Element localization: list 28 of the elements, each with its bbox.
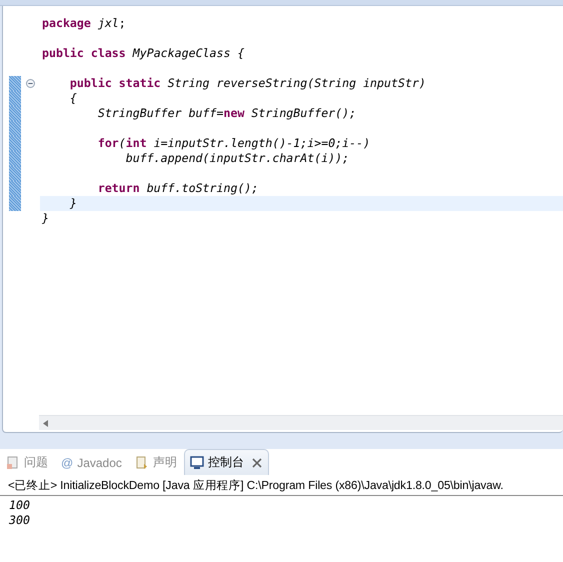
at-sign-icon: @ [61,456,74,470]
tab-label: 问题 [24,454,48,471]
horizontal-scrollbar[interactable] [39,415,563,430]
scroll-left-icon[interactable] [43,420,48,426]
code-line: buff.append(inputStr.charAt(i)); [124,151,350,166]
code-line: public static String reverseString(String inputStr) [68,76,427,91]
tab-label: 声明 [152,454,177,471]
monitor-icon [190,456,204,470]
panel-tab[interactable]: 问题 [0,449,55,475]
panel-tab[interactable]: @ Javadoc [55,449,129,475]
code-line: package jxl; [41,16,127,31]
panel-tab[interactable]: 声明 [128,449,184,475]
tab-label: 控制台 [208,454,244,471]
code-line: StringBuffer buff=new StringBuffer(); [96,106,358,121]
console-output-line: 300 [8,513,31,528]
code-line: { [68,91,78,106]
console-output-line: 100 [8,498,31,513]
problems-icon [6,456,20,470]
code-line: return buff.toString(); [96,181,260,196]
tab-label: Javadoc [77,456,122,470]
console-status: <已终止> InitializeBlockDemo [Java 应用程序] C:\Program Files (x86)\Java\jdk1.8.0_05\bin\javaw. [0,475,563,496]
document-icon [134,456,149,470]
collapse-icon[interactable] [26,79,35,88]
close-icon[interactable] [252,458,262,468]
code-line: } [41,211,50,226]
panel-tab[interactable]: 控制台 [184,449,269,475]
code-line: for(int i=inputStr.length()-1;i>=0;i--) [96,136,372,151]
code-line: public class MyPackageClass { [41,46,246,61]
